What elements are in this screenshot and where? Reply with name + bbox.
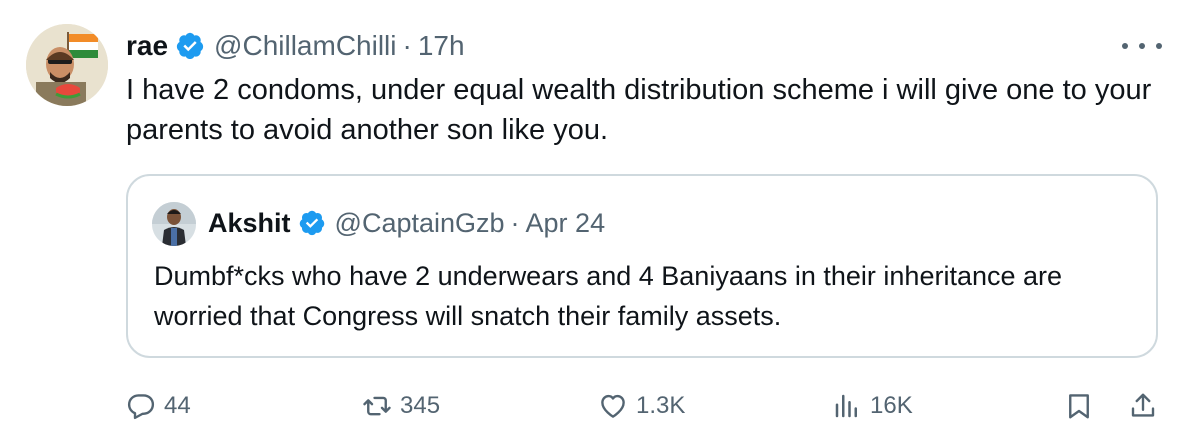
quoted-avatar-image [152, 202, 196, 246]
views-chart-icon [835, 394, 857, 418]
more-dot [1156, 43, 1162, 49]
verified-badge-icon [299, 210, 324, 236]
quoted-tweet-date[interactable]: Apr 24 [526, 208, 606, 239]
quoted-author-handle[interactable]: @CaptainGzb [335, 208, 505, 239]
verified-badge-icon [176, 32, 204, 60]
like-button[interactable]: 1.3K [598, 388, 685, 424]
heart-icon [601, 394, 625, 418]
bookmark-button[interactable] [1064, 388, 1094, 424]
share-button[interactable] [1128, 388, 1158, 424]
reply-icon [127, 394, 155, 420]
tweet-action-bar: 44 345 1.3K 16K [126, 388, 1166, 424]
author-avatar-image [26, 24, 108, 106]
quoted-author-avatar[interactable] [152, 202, 196, 246]
reply-count: 44 [164, 392, 191, 419]
share-icon [1131, 393, 1155, 417]
tweet-timestamp[interactable]: 17h [418, 30, 465, 62]
more-dot [1139, 43, 1145, 49]
author-avatar[interactable] [26, 24, 108, 106]
quoted-tweet-header: Akshit @CaptainGzb · Apr 24 [208, 205, 605, 241]
author-display-name[interactable]: rae [126, 30, 168, 62]
tweet-header: rae @ChillamChilli · 17h [126, 28, 465, 64]
reply-button[interactable]: 44 [126, 388, 191, 424]
meta-separator: · [402, 30, 412, 61]
meta-separator: · [510, 207, 520, 238]
author-handle[interactable]: @ChillamChilli [214, 30, 396, 62]
quoted-author-display-name[interactable]: Akshit [208, 208, 291, 239]
quoted-tweet-text: Dumbf*cks who have 2 underwears and 4 Ba… [154, 261, 1063, 331]
repost-count: 345 [400, 392, 441, 419]
more-options-icon[interactable] [1122, 32, 1162, 60]
like-count: 1.3K [636, 392, 686, 419]
repost-button[interactable]: 345 [362, 388, 440, 424]
bookmark-icon [1069, 394, 1089, 419]
tweet-text: I have 2 condoms, under equal wealth dis… [126, 74, 1152, 146]
views-button[interactable]: 16K [832, 388, 913, 424]
more-dot [1122, 43, 1128, 49]
view-count: 16K [870, 392, 913, 419]
quoted-tweet-card[interactable]: Akshit @CaptainGzb · Apr 24 Dumbf*cks wh… [126, 174, 1158, 358]
repost-icon [363, 396, 391, 416]
